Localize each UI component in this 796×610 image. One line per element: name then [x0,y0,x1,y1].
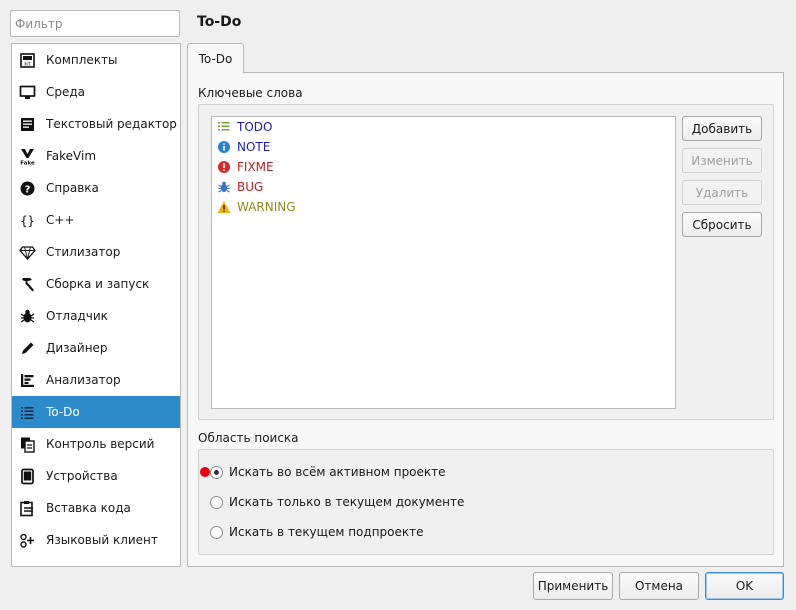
sidebar-item-label: Устройства [46,469,118,483]
error-icon [217,160,231,174]
code-paste-icon [19,500,36,517]
kits-icon: kit [19,52,36,69]
page-title: To-Do [197,14,242,30]
sidebar-item-label: FakeVim [46,149,97,163]
sidebar-item-label: Контроль версий [46,437,155,451]
sidebar-item-version-control[interactable]: Контроль версий [12,428,180,460]
sidebar-item-label: Дизайнер [46,341,108,355]
sidebar-item-todo[interactable]: To-Do [12,396,180,428]
language-client-icon [19,532,36,549]
category-list: kit Комплекты Среда Текстовый редактор F… [11,43,181,567]
edit-keyword-button[interactable]: Изменить [682,148,762,173]
diamond-icon [19,244,36,261]
sidebar-item-label: Отладчик [46,309,108,323]
radio-button[interactable] [210,495,223,509]
keywords-group-title: Ключевые слова [198,86,303,100]
sidebar-item-cpp[interactable]: {} C++ [12,204,180,236]
cancel-button[interactable]: Отмена [619,572,699,600]
braces-icon: {} [19,212,36,229]
add-keyword-button[interactable]: Добавить [682,116,762,141]
bug-icon [19,308,36,325]
scope-group-title: Область поиска [198,431,299,445]
sidebar-item-label: Стилизатор [46,245,121,259]
sidebar-item-label: Вставка кода [46,501,131,515]
scope-option-project[interactable]: Искать во всём активном проекте [210,463,446,481]
cursor-indicator [200,467,210,477]
sidebar-item-help[interactable]: ? Справка [12,172,180,204]
sidebar-item-analyzer[interactable]: Анализатор [12,364,180,396]
sidebar-item-label: Текстовый редактор [46,117,177,131]
sidebar-item-designer[interactable]: Дизайнер [12,332,180,364]
sidebar-item-build-run[interactable]: Сборка и запуск [12,268,180,300]
sidebar-item-label: Комплекты [46,53,118,67]
list-item[interactable]: BUG [212,177,675,197]
radio-label: Искать в текущем подпроекте [229,525,424,539]
list-item[interactable]: NOTE [212,137,675,157]
sidebar-item-label: C++ [46,213,75,227]
radio-button[interactable] [210,525,223,539]
list-item[interactable]: FIXME [212,157,675,177]
tab-todo[interactable]: To-Do [187,43,244,73]
keyword-text: FIXME [237,160,274,174]
sidebar-item-devices[interactable]: Устройства [12,460,180,492]
bug-icon [217,180,231,194]
fakevim-icon: Fake [19,148,36,165]
sidebar-item-label: Анализатор [46,373,121,387]
sidebar-item-label: Справка [46,181,99,195]
scope-option-subproject[interactable]: Искать в текущем подпроекте [210,523,424,541]
sidebar-item-language-client[interactable]: Языковый клиент [12,524,180,556]
ok-button[interactable]: OK [705,572,784,600]
info-icon [217,140,231,154]
todo-list-icon [19,404,36,421]
help-icon: ? [19,180,36,197]
sidebar-item-label: Среда [46,85,86,99]
list-icon [217,120,231,134]
list-item[interactable]: TODO [212,117,675,137]
sidebar-item-label: To-Do [46,405,80,419]
keyword-text: BUG [237,180,264,194]
sidebar-item-beautifier[interactable]: Стилизатор [12,236,180,268]
sidebar-item-text-editor[interactable]: Текстовый редактор [12,108,180,140]
apply-button[interactable]: Применить [533,572,613,600]
radio-label: Искать только в текущем документе [229,495,465,509]
svg-text:Fake: Fake [20,160,35,165]
keyword-text: WARNING [237,200,296,214]
remove-keyword-button[interactable]: Удалить [682,180,762,205]
text-editor-icon [19,116,36,133]
sidebar-item-fakevim[interactable]: Fake FakeVim [12,140,180,172]
filter-input[interactable] [10,10,180,37]
sidebar-item-environment[interactable]: Среда [12,76,180,108]
keyword-text: TODO [237,120,273,134]
sidebar-item-label: Языковый клиент [46,533,158,547]
sidebar-item-debugger[interactable]: Отладчик [12,300,180,332]
keyword-list[interactable]: TODO NOTE FIXME BUG WARNING [211,116,676,409]
sidebar-item-label: Сборка и запуск [46,277,150,291]
svg-text:{}: {} [20,214,34,228]
sidebar-item-code-paste[interactable]: Вставка кода [12,492,180,524]
sidebar-item-kits[interactable]: kit Комплекты [12,44,180,76]
radio-label: Искать во всём активном проекте [229,465,446,479]
version-control-icon [19,436,36,453]
pencil-icon [19,340,36,357]
scope-option-document[interactable]: Искать только в текущем документе [210,493,464,511]
warning-icon [217,200,231,214]
radio-button[interactable] [210,465,223,479]
hammer-icon [19,276,36,293]
reset-keywords-button[interactable]: Сбросить [682,212,762,237]
analyzer-icon [19,372,36,389]
keyword-text: NOTE [237,140,271,154]
devices-icon [19,468,36,485]
list-item[interactable]: WARNING [212,197,675,217]
svg-text:kit: kit [24,61,30,67]
svg-text:?: ? [25,184,31,195]
monitor-icon [19,84,36,101]
